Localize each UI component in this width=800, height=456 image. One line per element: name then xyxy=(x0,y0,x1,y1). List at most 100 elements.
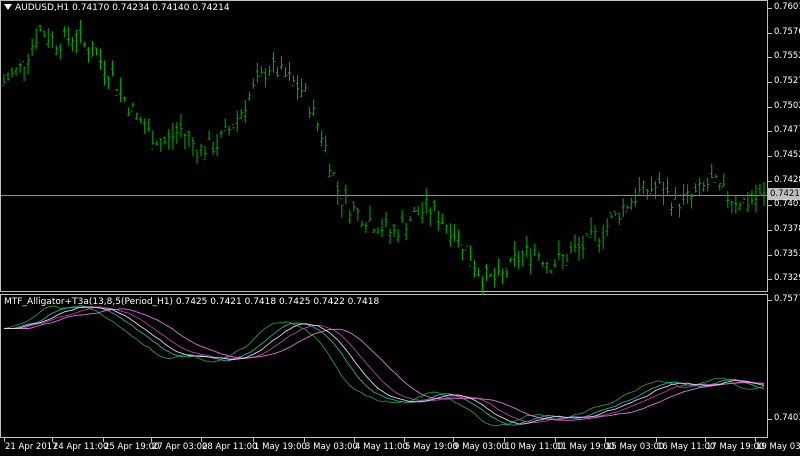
indicator-y-axis-tick xyxy=(768,300,772,301)
x-axis-label: 9 May 03:00 xyxy=(454,442,507,452)
price-bar xyxy=(2,74,6,87)
price-bar xyxy=(380,218,384,238)
price-bar xyxy=(444,224,448,234)
price-bar xyxy=(207,130,211,141)
price-bar xyxy=(332,171,336,177)
price-bar xyxy=(408,215,412,222)
price-bar xyxy=(452,224,456,242)
price-bar xyxy=(468,245,472,267)
y-axis-tick xyxy=(768,57,772,59)
price-bar xyxy=(308,106,312,119)
price-bar xyxy=(541,260,545,268)
price-bar xyxy=(360,220,364,228)
price-bar xyxy=(613,210,617,216)
price-bar xyxy=(537,252,541,261)
price-bar xyxy=(577,236,581,261)
price-bar xyxy=(103,60,107,86)
price-bar xyxy=(529,248,533,275)
price-bar xyxy=(678,203,682,218)
price-bar xyxy=(501,268,505,285)
price-bar xyxy=(633,187,637,207)
price-bar xyxy=(629,197,633,211)
price-bar xyxy=(653,181,657,199)
price-bar xyxy=(493,268,497,288)
price-bar xyxy=(364,222,368,234)
price-bar xyxy=(581,235,585,260)
x-axis-label: 3 May 03:00 xyxy=(305,442,358,452)
price-bar xyxy=(195,150,199,164)
price-bar xyxy=(199,143,203,157)
indicator-line-signal xyxy=(4,306,765,425)
price-bar xyxy=(420,202,424,224)
price-bar xyxy=(66,26,70,46)
y-axis-tick xyxy=(768,81,772,83)
x-axis-label: 28 Apr 11:00 xyxy=(202,442,258,452)
price-bar xyxy=(388,228,392,244)
y-axis-label: 0.74030 xyxy=(774,199,800,210)
price-bar xyxy=(78,19,82,44)
price-bar xyxy=(215,133,219,156)
price-bar xyxy=(163,136,167,145)
price-bar xyxy=(155,140,159,146)
indicator-y-axis-label: 0.7577 xyxy=(774,294,800,304)
price-bar xyxy=(171,122,175,150)
price-bar xyxy=(6,72,10,81)
price-bar xyxy=(617,213,621,225)
price-bar xyxy=(223,118,227,132)
price-bar xyxy=(521,250,525,267)
price-bar xyxy=(235,110,239,132)
price-bar xyxy=(99,48,103,70)
current-price-tag: 0.74214 xyxy=(768,188,800,200)
price-bar xyxy=(151,130,155,150)
price-bar xyxy=(557,240,561,261)
price-bar xyxy=(553,258,557,268)
price-bar xyxy=(746,191,750,213)
price-bar xyxy=(706,178,710,192)
price-bar xyxy=(219,129,223,138)
indicator-line-jaw xyxy=(4,306,765,423)
price-bar xyxy=(549,269,553,274)
price-bar xyxy=(432,199,436,212)
price-bar xyxy=(734,196,738,214)
price-bar xyxy=(46,28,50,49)
price-bar xyxy=(147,118,151,132)
price-bar xyxy=(296,75,300,100)
y-axis-label: 0.75765 xyxy=(774,26,800,37)
y-axis-tick xyxy=(768,155,772,157)
price-bar xyxy=(505,267,509,279)
price-bar xyxy=(517,250,521,270)
price-bar xyxy=(26,53,30,75)
price-bar xyxy=(251,78,255,89)
price-bar xyxy=(589,217,593,238)
price-bar xyxy=(82,42,86,48)
price-bar xyxy=(70,37,74,52)
price-bar xyxy=(131,102,135,112)
price-bar xyxy=(372,228,376,233)
price-bar xyxy=(288,62,292,81)
y-axis-tick xyxy=(768,131,772,133)
x-axis-label: 1 May 19:00 xyxy=(254,442,307,452)
price-bar xyxy=(698,177,702,196)
price-bar xyxy=(243,99,247,123)
price-bar xyxy=(259,66,263,77)
price-bar xyxy=(191,137,195,157)
y-axis-label: 0.74280 xyxy=(774,174,800,185)
indicator-y-axis-label: 0.74030 xyxy=(774,413,800,423)
price-bar xyxy=(573,234,577,253)
price-bar xyxy=(38,24,42,32)
price-bar xyxy=(597,237,601,253)
price-bar xyxy=(356,207,360,222)
price-bar xyxy=(609,212,613,219)
indicator-header: MTF_Alligator+T3a(13,8,5(Period_H1) 0.74… xyxy=(4,297,380,307)
y-axis-tick xyxy=(768,254,772,256)
y-axis-tick xyxy=(768,229,772,231)
price-bar xyxy=(513,241,517,267)
price-bar xyxy=(263,68,267,88)
price-bar xyxy=(481,276,485,295)
price-bar xyxy=(10,67,14,78)
price-bar xyxy=(621,198,625,217)
price-bar xyxy=(227,125,231,136)
price-bar xyxy=(187,130,191,147)
price-bar xyxy=(754,184,758,213)
y-axis-label: 0.75020 xyxy=(774,100,800,111)
